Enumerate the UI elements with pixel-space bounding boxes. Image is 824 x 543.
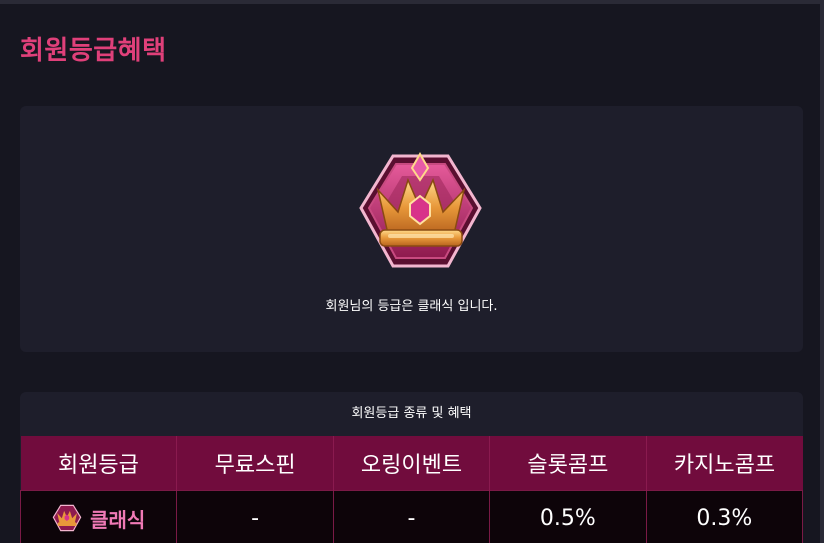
slot-comp-value: 0.5% — [489, 489, 647, 543]
page-title: 회원등급혜택 — [20, 36, 167, 66]
grade-cell: 클래식 — [20, 489, 178, 543]
current-grade-card: 회원님의 등급은 클래식 입니다. — [20, 106, 803, 352]
header-grade: 회원등급 — [20, 436, 178, 490]
crown-badge-icon — [359, 151, 482, 268]
table-row: 클래식 - - 0.5% 0.3% — [20, 489, 803, 543]
crown-badge-icon — [52, 504, 82, 532]
grade-message: 회원님의 등급은 클래식 입니다. — [325, 299, 498, 314]
oring-event-value: - — [332, 489, 491, 543]
casino-comp-value: 0.3% — [645, 489, 803, 543]
header-oring-event: 오링이벤트 — [333, 436, 491, 490]
benefits-table: 회원등급 무료스핀 오링이벤트 슬롯콤프 카지노콤프 클래식 - - 0.5% … — [20, 436, 803, 543]
page-container: 회원등급혜택 회원님의 등급은 클래식 입니다. 회원등급 종류 및 혜택 회원… — [0, 0, 824, 543]
benefits-caption: 회원등급 종류 및 혜택 — [351, 406, 472, 421]
header-casino-comp: 카지노콤프 — [646, 436, 803, 490]
header-slot-comp: 슬롯콤프 — [489, 436, 647, 490]
header-free-spin: 무료스핀 — [176, 436, 334, 490]
grade-name: 클래식 — [90, 507, 146, 532]
table-header-row: 회원등급 무료스핀 오링이벤트 슬롯콤프 카지노콤프 — [20, 436, 803, 490]
free-spin-value: - — [176, 489, 334, 543]
benefits-table-card: 회원등급 종류 및 혜택 회원등급 무료스핀 오링이벤트 슬롯콤프 카지노콤프 — [20, 392, 803, 543]
